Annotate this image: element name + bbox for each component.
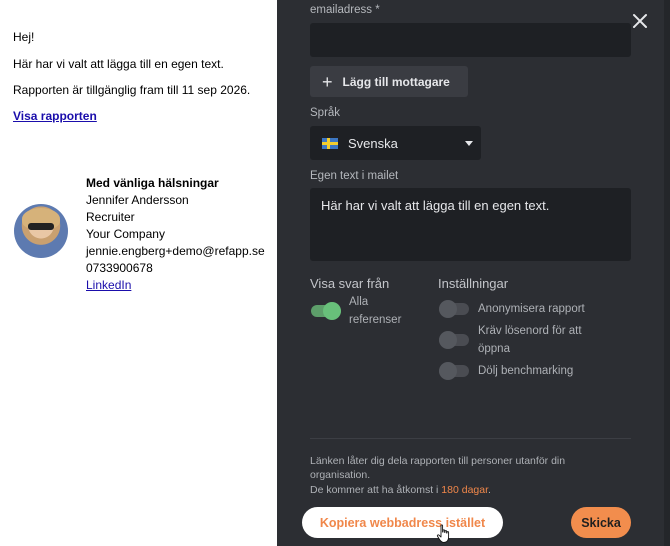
message-textarea[interactable]: Här har vi valt att lägga till en egen t…: [310, 188, 631, 261]
language-value: Svenska: [348, 135, 398, 151]
anonymize-label: Anonymisera rapport: [478, 303, 585, 315]
info-suffix: .: [488, 484, 491, 496]
hand-cursor-icon: [436, 524, 450, 543]
email-preview: Hej! Här har vi valt att lägga till en e…: [0, 0, 277, 546]
email-greeting: Hej!: [13, 30, 35, 44]
linkedin-link[interactable]: LinkedIn: [86, 278, 131, 292]
info-line-1: Länken låter dig dela rapporten till per…: [310, 455, 566, 467]
add-recipient-button[interactable]: + Lägg till mottagare: [310, 66, 468, 97]
anonymize-toggle[interactable]: [439, 300, 469, 318]
all-references-toggle[interactable]: [311, 302, 341, 320]
view-report-link[interactable]: Visa rapporten: [13, 109, 97, 123]
email-label: emailadress *: [310, 4, 380, 16]
signature-title: Recruiter: [86, 210, 135, 224]
caret-down-icon: [465, 141, 473, 146]
email-custom-text: Här har vi valt att lägga till en egen t…: [13, 57, 224, 71]
hide-benchmarking-label: Dölj benchmarking: [478, 365, 574, 377]
require-password-toggle[interactable]: [439, 331, 469, 349]
show-answers-title: Visa svar från: [310, 276, 390, 291]
require-password-label-1: Kräv lösenord för att: [478, 325, 582, 337]
signature-phone: 0733900678: [86, 261, 153, 275]
access-duration: 180 dagar: [441, 484, 489, 496]
language-label: Språk: [310, 107, 341, 119]
signature-name: Jennifer Andersson: [86, 193, 189, 207]
email-availability: Rapporten är tillgänglig fram till 11 se…: [13, 83, 251, 97]
copy-link-button[interactable]: Kopiera webbadress istället: [302, 507, 503, 538]
info-prefix: De kommer att ha åtkomst i: [310, 484, 442, 496]
divider: [310, 438, 631, 439]
info-line-3: De kommer att ha åtkomst i 180 dagar.: [310, 484, 491, 496]
language-select[interactable]: Svenska: [310, 126, 481, 160]
add-recipient-label: Lägg till mottagare: [342, 74, 450, 89]
swedish-flag-icon: [322, 137, 338, 149]
settings-title: Inställningar: [438, 276, 509, 291]
message-label: Egen text i mailet: [310, 170, 399, 182]
close-icon[interactable]: [631, 12, 649, 30]
require-password-label-2: öppna: [478, 343, 510, 355]
all-references-label-1: Alla: [349, 296, 369, 308]
signature-closing: Med vänliga hälsningar: [86, 176, 219, 190]
signature-company: Your Company: [86, 227, 165, 241]
hide-benchmarking-toggle[interactable]: [439, 362, 469, 380]
plus-icon: +: [322, 71, 333, 92]
signature-email: jennie.engberg+demo@refapp.se: [86, 244, 265, 258]
avatar: [14, 204, 68, 258]
email-field[interactable]: [310, 23, 631, 57]
all-references-label-2: referenser: [349, 314, 402, 326]
info-line-2: organisation.: [310, 469, 371, 481]
send-button[interactable]: Skicka: [571, 507, 631, 538]
